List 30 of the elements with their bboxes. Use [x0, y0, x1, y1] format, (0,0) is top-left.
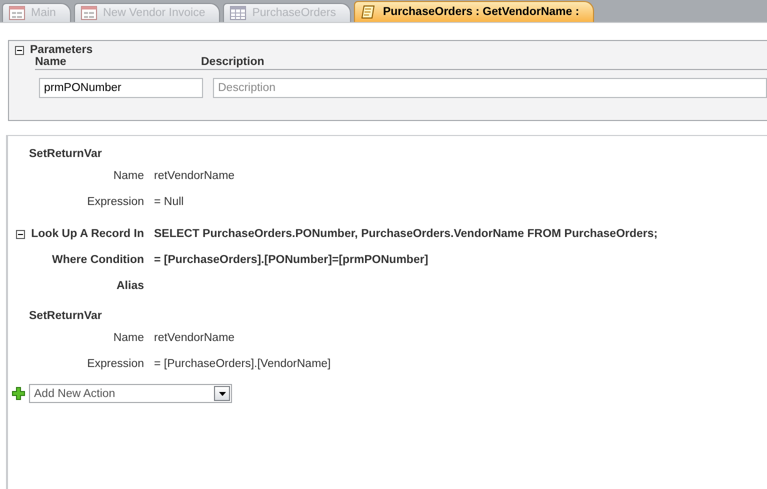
- caret-icon: [218, 392, 226, 396]
- argument-value[interactable]: retVendorName: [154, 332, 235, 344]
- add-action-dropdown[interactable]: Add New Action: [29, 384, 232, 403]
- parameter-description-field[interactable]: Description: [213, 78, 767, 98]
- form-icon: [80, 6, 97, 20]
- argument-label: Expression: [86, 358, 145, 370]
- action-name[interactable]: SetReturnVar: [29, 148, 767, 160]
- table-icon: [230, 6, 246, 20]
- column-header: Description: [201, 56, 264, 68]
- argument-value[interactable]: SELECT PurchaseOrders.PONumber, PurchaseOrders.VendorName FROM PurchaseOrders;: [154, 228, 658, 240]
- argument-value[interactable]: = [PurchaseOrders].[VendorName]: [154, 358, 331, 370]
- column-header: Name: [35, 56, 68, 68]
- argument-value[interactable]: = [PurchaseOrders].[PONumber]=[prmPONumber]: [154, 254, 428, 266]
- argument-label: Expression: [86, 196, 145, 208]
- document-tab[interactable]: PurchaseOrders : GetVendorName :: [354, 1, 594, 22]
- argument-label: Name: [112, 332, 145, 344]
- argument-label: Name: [112, 170, 145, 182]
- form-icon: [9, 6, 25, 20]
- scroll-icon: [360, 4, 377, 20]
- parameters-title: Parameters: [30, 44, 93, 56]
- parameter-name-field[interactable]: prmPONumber: [39, 78, 203, 98]
- argument-label: Alias: [116, 280, 145, 292]
- argument-label: Where Condition: [51, 254, 145, 266]
- action-name[interactable]: SetReturnVar: [29, 310, 767, 322]
- argument-value[interactable]: = Null: [154, 196, 184, 208]
- block-name[interactable]: Look Up A Record In: [31, 228, 144, 240]
- collapse-icon[interactable]: [16, 230, 25, 238]
- argument-value[interactable]: retVendorName: [154, 170, 235, 182]
- plus-icon[interactable]: [12, 387, 25, 400]
- collapse-icon[interactable]: [15, 46, 24, 54]
